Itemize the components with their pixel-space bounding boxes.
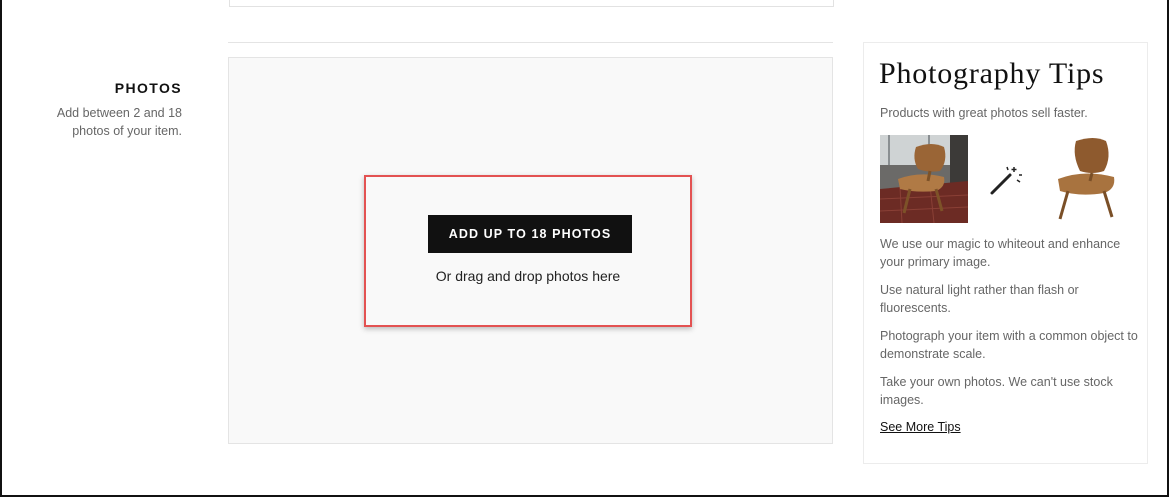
photos-section-title: PHOTOS (114, 80, 182, 96)
magic-wand-icon (990, 166, 1022, 196)
previous-section-box (229, 0, 834, 7)
section-divider (228, 42, 833, 43)
chair-photo-after (1050, 135, 1120, 223)
tip-item: Use natural light rather than flash or f… (880, 283, 1079, 315)
tip-item: Take your own photos. We can't use stock… (880, 375, 1113, 407)
tips-subtitle: Products with great photos sell faster. (880, 106, 1088, 120)
add-photos-button[interactable]: ADD UP TO 18 PHOTOS (428, 215, 632, 253)
tips-title: Photography Tips (879, 57, 1105, 90)
photography-tips-panel: Photography Tips Products with great pho… (863, 42, 1148, 464)
see-more-tips-link[interactable]: See More Tips (880, 420, 961, 434)
drag-drop-hint: Or drag and drop photos here (435, 268, 621, 284)
tip-item: We use our magic to whiteout and enhance… (880, 237, 1121, 269)
photos-section-description: Add between 2 and 18 photos of your item… (56, 106, 182, 138)
chair-photo-before (880, 135, 968, 223)
tip-item: Photograph your item with a common objec… (880, 329, 1138, 361)
